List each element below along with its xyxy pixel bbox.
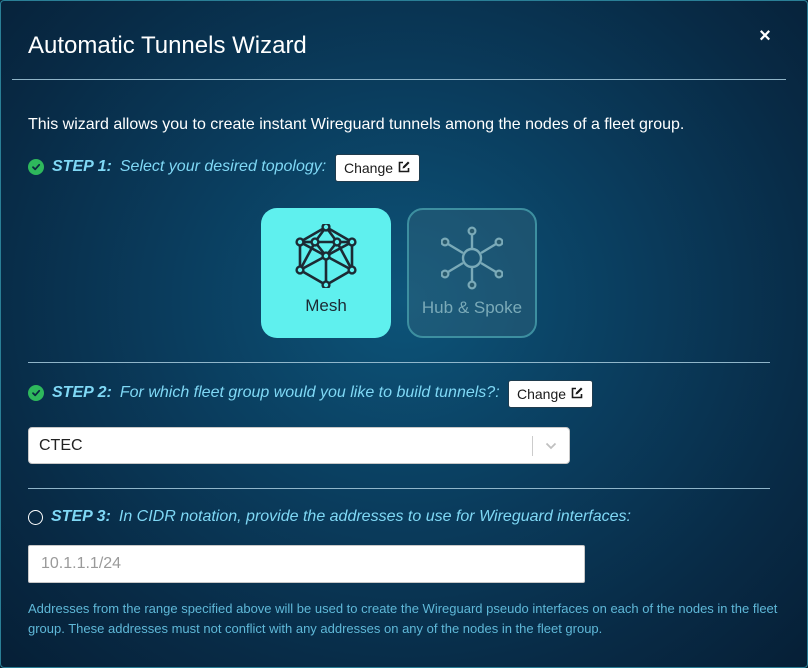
topology-option-mesh[interactable]: Mesh [261, 208, 391, 338]
step3-number: STEP 3: [51, 508, 111, 525]
step3-heading: STEP 3: In CIDR notation, provide the ad… [28, 508, 631, 526]
intro-text: This wizard allows you to create instant… [28, 116, 685, 133]
step1-change-button[interactable]: Change [335, 154, 421, 182]
step2-text: For which fleet group would you like to … [119, 384, 500, 401]
hub-spoke-icon [441, 226, 503, 290]
edit-icon [570, 386, 584, 403]
tunnels-wizard-dialog: Automatic Tunnels Wizard × This wizard a… [0, 0, 808, 668]
topology-label-hub-spoke: Hub & Spoke [421, 298, 523, 317]
step1-number: STEP 1: [52, 158, 112, 175]
step2-heading: STEP 2: For which fleet group would you … [28, 384, 500, 402]
step1-divider [28, 362, 770, 363]
chevron-down-icon[interactable] [544, 439, 558, 458]
mesh-icon [295, 224, 357, 288]
cidr-input[interactable] [28, 545, 585, 583]
pending-circle-icon [28, 509, 43, 525]
cidr-help-text: Addresses from the range specified above… [28, 601, 778, 636]
step1-text: Select your desired topology: [119, 158, 327, 175]
step2-change-button[interactable]: Change [508, 380, 594, 408]
step2-number: STEP 2: [52, 384, 112, 401]
topology-option-hub-spoke[interactable]: Hub & Spoke [407, 208, 537, 338]
step2-change-label: Change [517, 386, 567, 402]
select-separator [532, 436, 533, 456]
step1-heading: STEP 1: Select your desired topology: [28, 158, 326, 176]
step3-text: In CIDR notation, provide the addresses … [118, 508, 631, 525]
dialog-title: Automatic Tunnels Wizard [28, 32, 307, 59]
header-divider [12, 79, 786, 80]
check-icon [28, 159, 44, 175]
close-button[interactable]: × [755, 24, 775, 48]
fleet-group-select[interactable]: CTEC [28, 427, 570, 464]
fleet-group-value: CTEC [39, 437, 83, 454]
step1-change-label: Change [344, 160, 394, 176]
topology-label-mesh: Mesh [305, 296, 347, 315]
step2-divider [28, 488, 770, 489]
check-icon [28, 385, 44, 401]
edit-icon [397, 160, 411, 177]
